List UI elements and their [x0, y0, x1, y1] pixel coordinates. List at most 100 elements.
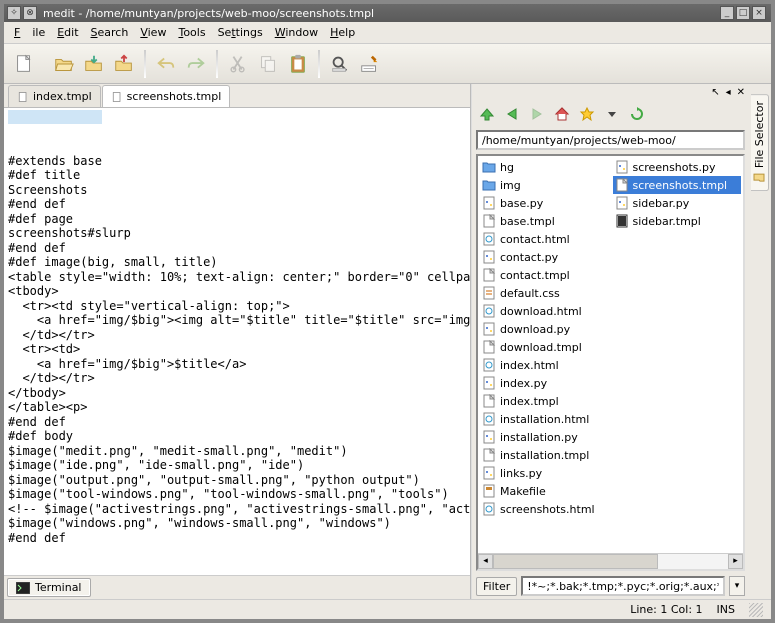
file-item[interactable]: contact.py [480, 248, 609, 266]
bookmark-dropdown-icon[interactable] [601, 103, 623, 125]
window-menu-icon[interactable]: ✧ [7, 6, 21, 20]
minimize-button[interactable]: _ [720, 6, 734, 20]
close-window-button[interactable]: × [752, 6, 766, 20]
replace-icon[interactable] [356, 50, 384, 78]
path-input[interactable] [476, 130, 745, 150]
menu-search[interactable]: Search [85, 24, 135, 41]
file-item[interactable]: index.html [480, 356, 609, 374]
file-item[interactable]: sidebar.py [613, 194, 742, 212]
open-file-icon[interactable] [50, 50, 78, 78]
go-back-icon[interactable] [501, 103, 523, 125]
file-item[interactable]: download.py [480, 320, 609, 338]
paste-icon[interactable] [284, 50, 312, 78]
file-name: default.css [500, 287, 560, 300]
refresh-icon[interactable] [626, 103, 648, 125]
file-type-icon [482, 232, 496, 246]
go-forward-icon[interactable] [526, 103, 548, 125]
file-name: contact.py [500, 251, 558, 264]
file-type-icon [482, 286, 496, 300]
file-list[interactable]: hgimgbase.pybase.tmplcontact.html contact… [478, 156, 743, 553]
file-item[interactable]: sidebar.tmpl [613, 212, 742, 230]
file-name: links.py [500, 467, 542, 480]
file-item[interactable]: screenshots.py [613, 158, 742, 176]
file-item[interactable]: screenshots.html [480, 500, 609, 518]
go-up-icon[interactable] [476, 103, 498, 125]
file-type-icon [482, 196, 496, 210]
menu-file[interactable]: File [8, 24, 51, 41]
file-item[interactable]: screenshots.tmpl [613, 176, 742, 194]
file-type-icon [482, 322, 496, 336]
panel-left-icon[interactable]: ◂ [726, 87, 731, 98]
file-item[interactable]: download.tmpl [480, 338, 609, 356]
menu-tools[interactable]: Tools [172, 24, 211, 41]
doctab-label: index.tmpl [33, 90, 92, 103]
file-type-icon [482, 178, 496, 192]
horizontal-scrollbar[interactable]: ◂▸ [478, 553, 743, 569]
file-type-icon [482, 394, 496, 408]
bookmark-icon[interactable] [576, 103, 598, 125]
menu-settings[interactable]: Settings [212, 24, 269, 41]
text-editor[interactable]: #extends base #def title Screenshots #en… [4, 108, 470, 575]
panel-detach-icon[interactable]: ↖ [711, 87, 719, 98]
new-file-icon[interactable] [10, 50, 38, 78]
file-item[interactable]: links.py [480, 464, 609, 482]
undo-icon[interactable] [152, 50, 180, 78]
go-home-icon[interactable] [551, 103, 573, 125]
menu-window[interactable]: Window [269, 24, 324, 41]
find-icon[interactable] [326, 50, 354, 78]
file-item[interactable]: index.py [480, 374, 609, 392]
file-item[interactable]: installation.html [480, 410, 609, 428]
resize-grip[interactable] [749, 603, 763, 617]
file-icon [111, 91, 123, 103]
file-item[interactable]: base.tmpl [480, 212, 609, 230]
menu-view[interactable]: View [134, 24, 172, 41]
file-name: sidebar.py [633, 197, 690, 210]
file-item[interactable]: default.css [480, 284, 609, 302]
filter-input[interactable] [521, 576, 725, 596]
file-type-icon [482, 430, 496, 444]
terminal-button[interactable]: Terminal [7, 578, 91, 597]
save-icon[interactable] [80, 50, 108, 78]
file-name: index.html [500, 359, 559, 372]
file-item[interactable]: Makefile [480, 482, 609, 500]
file-type-icon [482, 376, 496, 390]
file-item[interactable]: installation.py [480, 428, 609, 446]
file-item[interactable]: contact.html [480, 230, 609, 248]
file-selector-tab[interactable]: File Selector [751, 94, 769, 191]
file-type-icon [482, 466, 496, 480]
terminal-label: Terminal [35, 581, 82, 594]
redo-icon[interactable] [182, 50, 210, 78]
file-type-icon [482, 448, 496, 462]
file-name: contact.tmpl [500, 269, 570, 282]
window-pin-icon[interactable]: ⊗ [23, 6, 37, 20]
file-item[interactable]: base.py [480, 194, 609, 212]
file-type-icon [482, 214, 496, 228]
doctab-label: screenshots.tmpl [127, 90, 222, 103]
doctab-screenshots[interactable]: screenshots.tmpl [102, 85, 231, 107]
copy-icon[interactable] [254, 50, 282, 78]
file-name: sidebar.tmpl [633, 215, 701, 228]
save-as-icon[interactable] [110, 50, 138, 78]
menu-help[interactable]: Help [324, 24, 361, 41]
folder-icon [754, 172, 766, 184]
cut-icon[interactable] [224, 50, 252, 78]
file-name: installation.tmpl [500, 449, 589, 462]
menu-edit[interactable]: Edit [51, 24, 84, 41]
filter-button[interactable]: Filter [476, 577, 517, 596]
doctab-index[interactable]: index.tmpl [8, 85, 101, 107]
file-item[interactable]: download.html [480, 302, 609, 320]
maximize-button[interactable]: □ [736, 6, 750, 20]
file-item[interactable]: img [480, 176, 609, 194]
file-type-icon [482, 160, 496, 174]
panel-close-icon[interactable]: ✕ [737, 87, 745, 98]
cursor-position: Line: 1 Col: 1 [630, 603, 702, 616]
file-item[interactable]: index.tmpl [480, 392, 609, 410]
file-item[interactable]: contact.tmpl [480, 266, 609, 284]
file-item[interactable]: installation.tmpl [480, 446, 609, 464]
file-type-icon [482, 268, 496, 282]
file-type-icon [615, 196, 629, 210]
file-type-icon [615, 214, 629, 228]
file-type-icon [482, 304, 496, 318]
file-item[interactable]: hg [480, 158, 609, 176]
filter-dropdown-icon[interactable]: ▾ [729, 576, 745, 596]
